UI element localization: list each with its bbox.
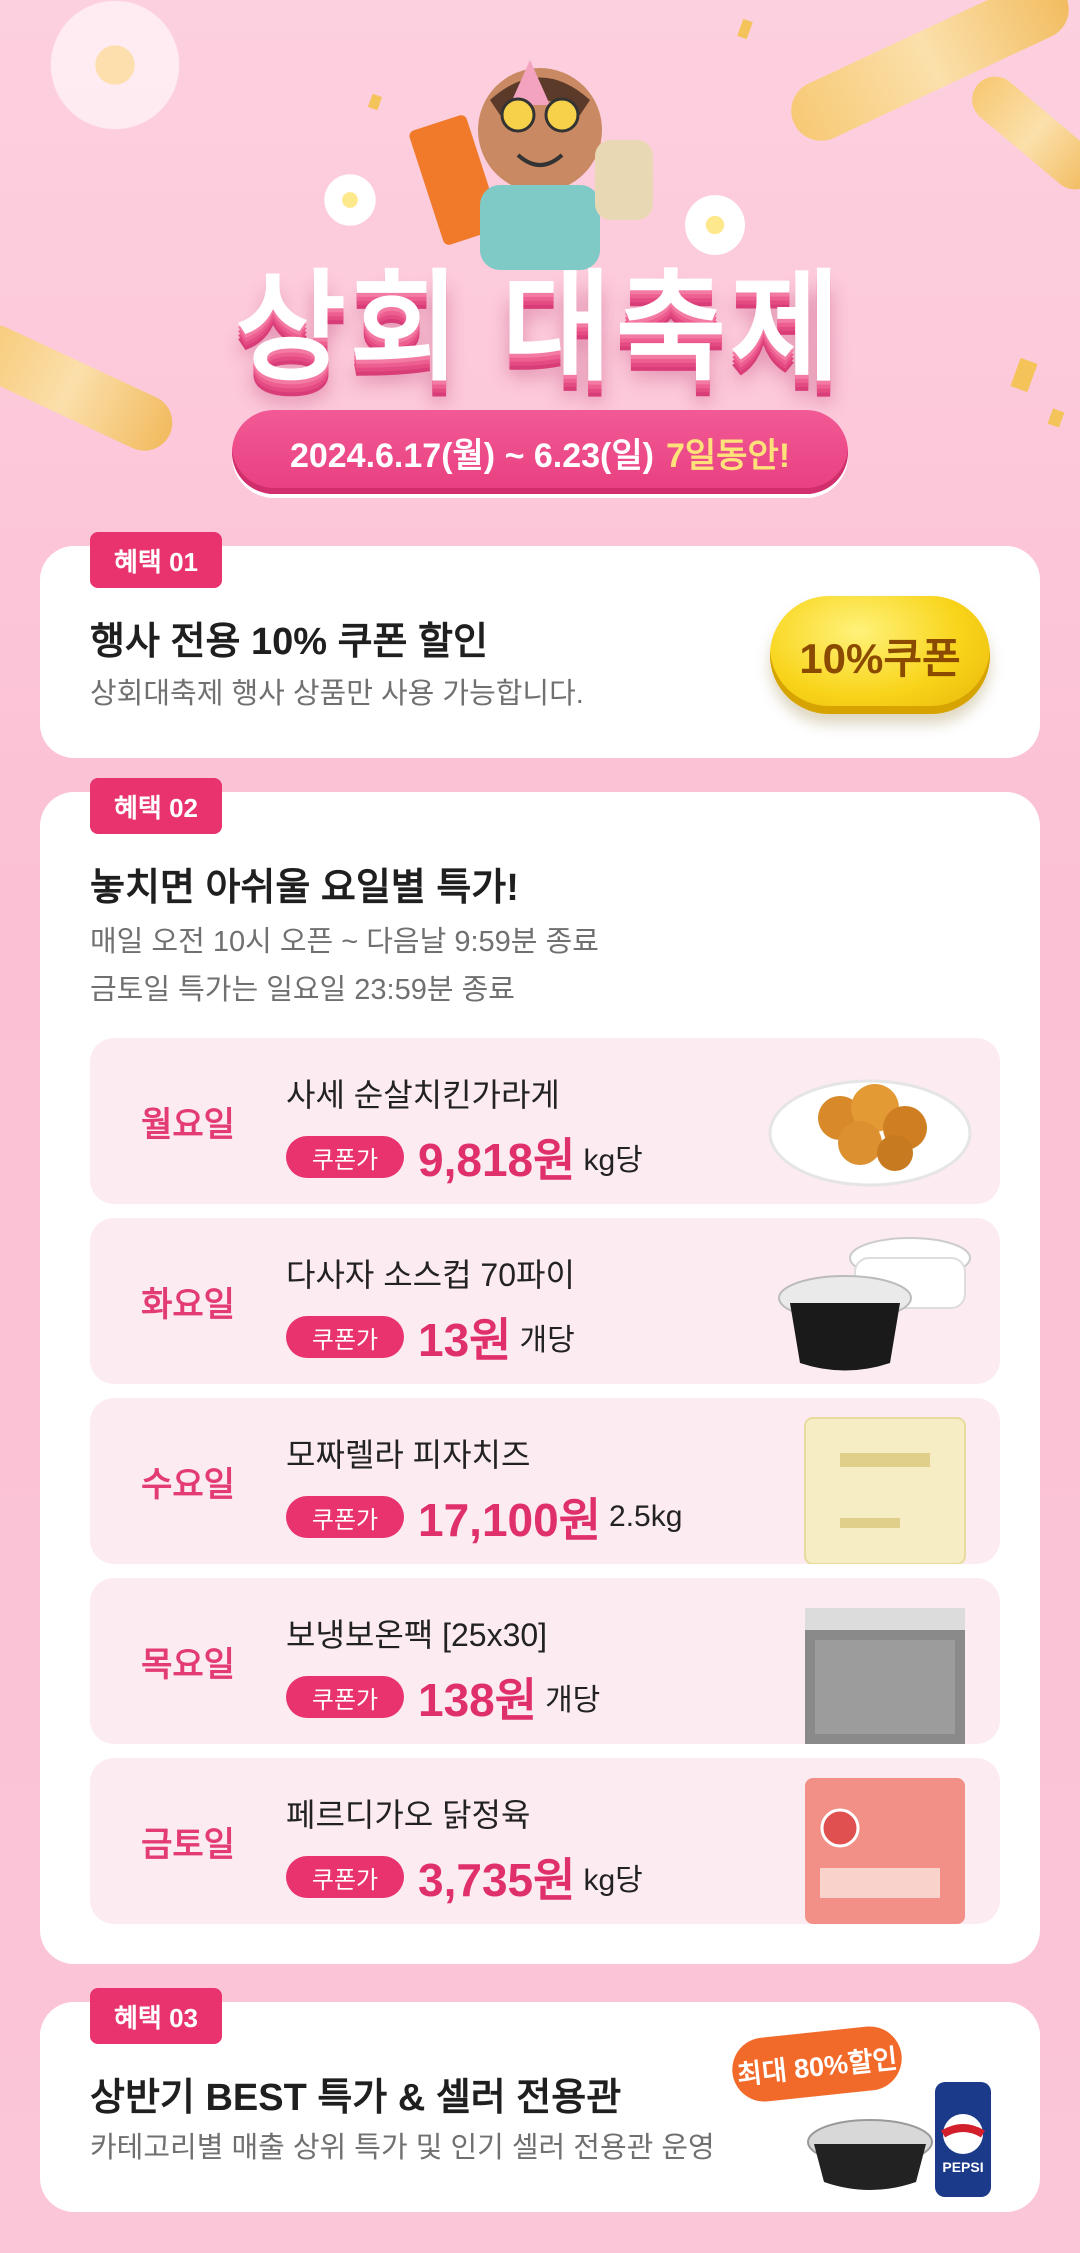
event-title: 상회 대축제 [235, 261, 845, 395]
benefit-badge: 혜택 03 [90, 1988, 222, 2044]
day-label: 수요일 [141, 1465, 235, 1504]
product-name: 모짜렐라 피자치즈 [286, 1437, 531, 1473]
benefit-title: 놓치면 아쉬울 요일별 특가! [90, 867, 519, 909]
coupon-price-tag: 쿠폰가 [286, 1676, 404, 1718]
product-name: 사세 순살치킨가라게 [286, 1077, 560, 1113]
price-unit: 개당 [545, 1684, 601, 1717]
price: 138원 [418, 1674, 538, 1726]
product-name: 다사자 소스컵 70파이 [286, 1257, 575, 1293]
benefit-card-03: 혜택 03 상반기 BEST 특가 & 셀러 전용관 카테고리별 매출 상위 특… [40, 1988, 1040, 2212]
benefit-card-01: 혜택 01 행사 전용 10% 쿠폰 할인 상회대축제 행사 상품만 사용 가능… [40, 532, 1040, 758]
benefit-badge: 혜택 01 [90, 532, 222, 588]
insulated-pack-image [805, 1608, 965, 1744]
product-name: 페르디가오 닭정육 [286, 1797, 531, 1833]
benefit-title: 상반기 BEST 특가 & 셀러 전용관 [90, 2077, 622, 2119]
coupon-price-tag: 쿠폰가 [286, 1496, 404, 1538]
fried-chicken-image [768, 1079, 972, 1187]
price-line: 쿠폰가 138원 개당 [286, 1664, 600, 1730]
day-label: 금토일 [141, 1825, 235, 1864]
duration-highlight: 7일동안! [665, 436, 791, 475]
product-name: 보냉보온팩 [25x30] [286, 1617, 548, 1653]
can-brand-text: PEPSI [942, 2159, 983, 2175]
price: 13원 [418, 1314, 512, 1366]
coupon-price-tag: 쿠폰가 [286, 1856, 404, 1898]
benefit-desc-line1: 매일 오전 10시 오픈 ~ 다음날 9:59분 종료 [90, 926, 599, 958]
price-line: 쿠폰가 3,735원 kg당 [286, 1844, 643, 1910]
day-label: 목요일 [141, 1645, 235, 1684]
flower-decoration [320, 170, 380, 230]
benefit-card-02: 혜택 02 놓치면 아쉬울 요일별 특가! 매일 오전 10시 오픈 ~ 다음날… [40, 778, 1040, 1964]
day-label: 화요일 [141, 1285, 235, 1324]
confetti-decoration [737, 18, 753, 40]
chicken-meat-bag-image [805, 1778, 965, 1924]
benefit-badge: 혜택 02 [90, 778, 222, 834]
day-deal-thursday[interactable]: 목요일 보냉보온팩 [25x30] 쿠폰가 138원 개당 [90, 1578, 1000, 1744]
event-date-pill: 2024.6.17(월) ~ 6.23(일) 7일동안! [232, 410, 848, 494]
benefit-desc-line2: 금토일 특가는 일요일 23:59분 종료 [90, 974, 515, 1006]
day-deal-tuesday[interactable]: 화요일 다사자 소스컵 70파이 쿠폰가 13원 개당 [90, 1218, 1000, 1384]
event-page: 상회 대축제 2024.6.17(월) ~ 6.23(일) 7일동안! 혜택 0… [0, 0, 1080, 2253]
benefit-desc: 카테고리별 매출 상위 특가 및 인기 셀러 전용관 운영 [90, 2132, 715, 2164]
day-deal-monday[interactable]: 월요일 사세 순살치킨가라게 쿠폰가 9,818원 kg당 [90, 1038, 1000, 1204]
price: 9,818원 [418, 1134, 576, 1186]
confetti-decoration [367, 93, 383, 111]
price-unit: kg당 [583, 1144, 643, 1177]
price-line: 쿠폰가 9,818원 kg당 [286, 1124, 643, 1190]
day-deal-fri-sun[interactable]: 금토일 페르디가오 닭정육 쿠폰가 3,735원 kg당 [90, 1758, 1000, 1924]
date-range: 2024.6.17(월) ~ 6.23(일) [289, 436, 654, 475]
hero-banner: 상회 대축제 2024.6.17(월) ~ 6.23(일) 7일동안! [0, 0, 1080, 510]
sauce-cup-image [778, 1237, 971, 1371]
ribbon-decoration [962, 67, 1080, 199]
coupon-price-tag: 쿠폰가 [286, 1136, 404, 1178]
price-unit: 개당 [519, 1324, 575, 1357]
cheese-bag-image [804, 1417, 966, 1564]
day-deal-wednesday[interactable]: 수요일 모짜렐라 피자치즈 쿠폰가 17,100원 2.5kg [90, 1398, 1000, 1564]
day-label: 월요일 [141, 1105, 235, 1144]
price: 17,100원 [418, 1494, 602, 1546]
coupon-price-tag: 쿠폰가 [286, 1316, 404, 1358]
coupon-10-percent[interactable]: 10%쿠폰 [770, 596, 990, 714]
confetti-decoration [1047, 408, 1065, 428]
benefit-title: 행사 전용 10% 쿠폰 할인 [90, 621, 488, 663]
price-line: 쿠폰가 13원 개당 [286, 1304, 575, 1370]
price: 3,735원 [418, 1854, 576, 1906]
flower-decoration [40, 0, 190, 140]
container-and-can-image[interactable]: PEPSI [800, 2072, 1000, 2202]
benefit-desc: 상회대축제 행사 상품만 사용 가능합니다. [90, 678, 584, 710]
price-unit: kg당 [583, 1864, 643, 1897]
price-unit: 2.5kg [609, 1500, 683, 1533]
price-line: 쿠폰가 17,100원 2.5kg [286, 1484, 682, 1550]
